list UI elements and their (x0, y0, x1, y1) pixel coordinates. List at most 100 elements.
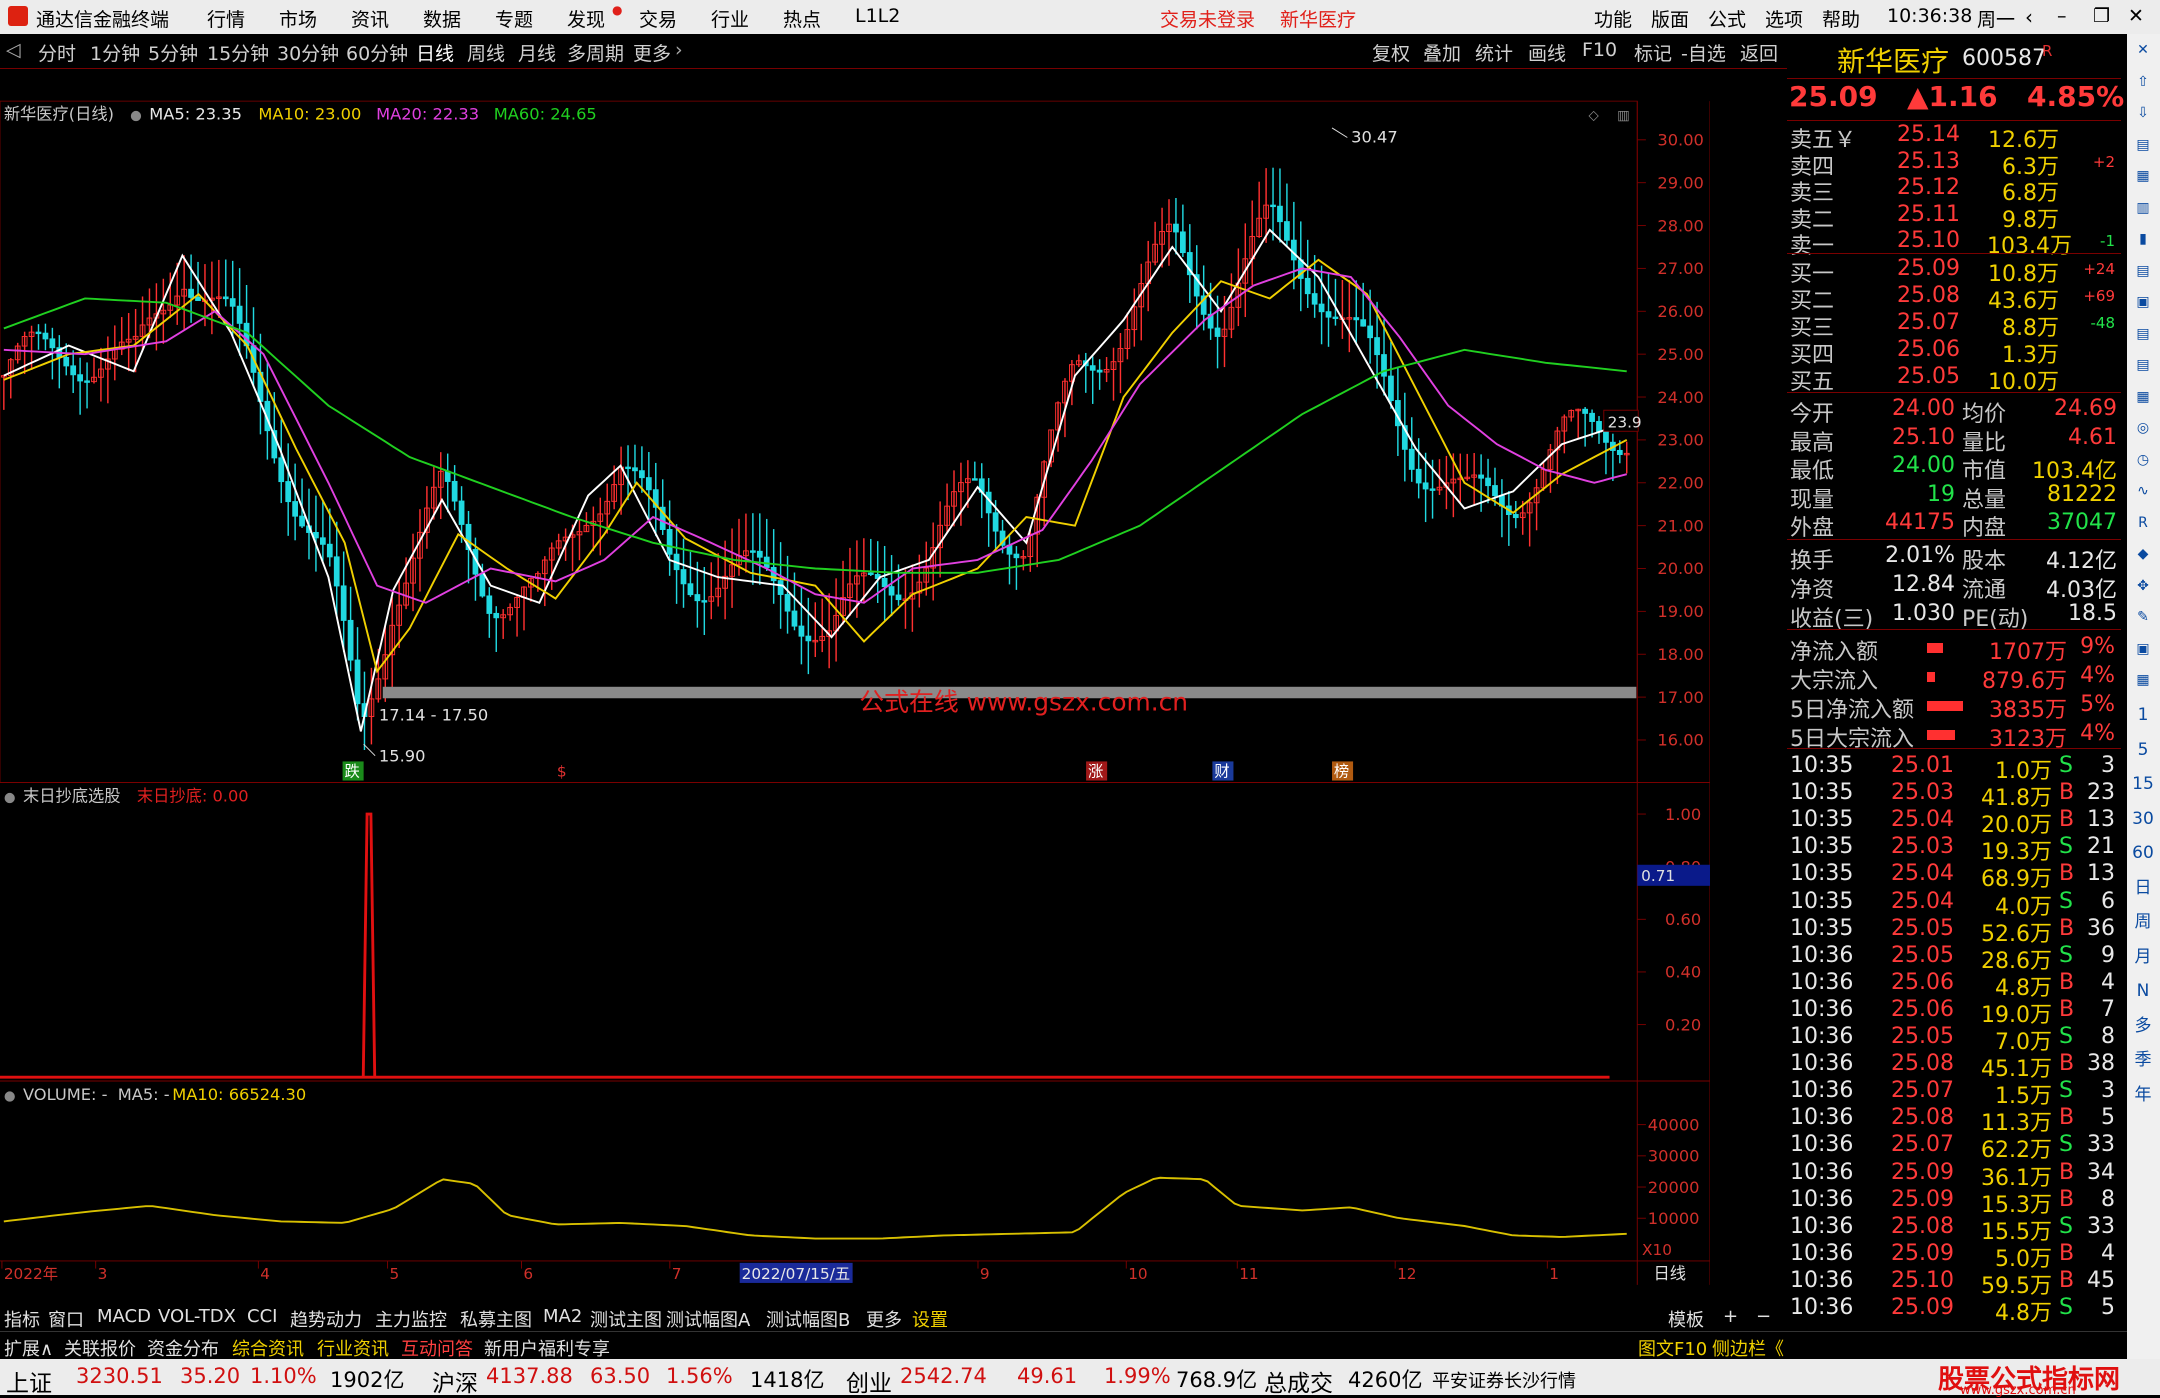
restore-icon[interactable]: ❐ (2093, 5, 2110, 27)
info-tab[interactable]: 关联报价 (64, 1335, 136, 1361)
info-tab[interactable]: 资金分布 (147, 1335, 219, 1361)
tab-tool[interactable]: − (1756, 1306, 1771, 1327)
indicator-tab[interactable]: CCI (247, 1306, 277, 1327)
indicator-tab[interactable]: 窗口 (48, 1306, 84, 1332)
tab-tool[interactable]: 模板 (1668, 1306, 1704, 1332)
kline-icon[interactable]: ▤ (2132, 134, 2154, 156)
indicator-tab[interactable]: 私募主图 (460, 1306, 532, 1332)
menu-item[interactable]: 资讯 (351, 5, 389, 32)
event-marker[interactable]: 涨 (1088, 763, 1103, 781)
fs-icon[interactable]: ▣ (2132, 638, 2154, 660)
info-tab-right[interactable]: 侧边栏《 (1712, 1335, 1784, 1361)
event-marker[interactable]: 跌 (344, 763, 359, 781)
close-window-icon[interactable]: ✕ (2128, 5, 2144, 27)
period-tab[interactable]: 周线 (467, 39, 505, 66)
indicator-tab[interactable]: VOL-TDX (158, 1306, 236, 1327)
indicator-tab[interactable]: 测试幅图B (766, 1306, 850, 1332)
down-icon[interactable]: ⇩ (2132, 102, 2154, 124)
tool-button[interactable]: -自选 (1681, 39, 1726, 66)
indicator-tab[interactable]: MACD (97, 1306, 151, 1327)
menu-item[interactable]: 选项 (1765, 5, 1803, 32)
info-tab[interactable]: 新用户福利专享 (484, 1335, 610, 1361)
side-period-button[interactable]: 30 (2132, 808, 2154, 830)
menu-item[interactable]: L1L2 (855, 5, 900, 27)
index-name[interactable]: 创业 (846, 1364, 892, 1398)
alert-icon[interactable]: ◆ (2132, 543, 2154, 565)
back-icon[interactable]: ‹ (2025, 5, 2033, 29)
table-icon[interactable]: ▦ (2132, 165, 2154, 187)
event-marker[interactable]: 榜 (1334, 763, 1349, 781)
period-tab[interactable]: 15分钟 (207, 39, 269, 66)
tool-button[interactable]: 画线 (1528, 39, 1566, 66)
collapse-icon[interactable]: ◁ (6, 39, 21, 61)
kline-chart[interactable]: 新华医疗(日线) ● MA5: 23.35 MA10: 23.00 MA20: … (0, 68, 1710, 1318)
period-tab-more[interactable]: 更多 (633, 39, 671, 66)
f10-icon[interactable]: ▣ (2132, 291, 2154, 313)
grid-icon[interactable]: ▦ (2132, 386, 2154, 408)
indicator-tab[interactable]: 设置 (912, 1306, 948, 1332)
menu-item[interactable]: 专题 (495, 5, 533, 32)
list-icon[interactable]: ▤ (2132, 323, 2154, 345)
info-tab-right[interactable]: 图文F10 (1638, 1335, 1707, 1361)
menu-item[interactable]: 数据 (423, 5, 461, 32)
menu-item[interactable]: 发现 (567, 5, 605, 32)
chevron-down-icon[interactable]: ● (4, 1089, 16, 1104)
period-tab[interactable]: 30分钟 (277, 39, 339, 66)
move-icon[interactable]: ✥ (2132, 575, 2154, 597)
news-icon[interactable]: ▤ (2132, 260, 2154, 282)
period-tab[interactable]: 分时 (38, 39, 76, 66)
tool-button[interactable]: 叠加 (1423, 39, 1461, 66)
panel-toggle-icon[interactable]: ▥ (1617, 108, 1630, 123)
side-period-button[interactable]: 15 (2132, 773, 2154, 795)
tool-button[interactable]: F10 (1582, 39, 1617, 61)
menu-item[interactable]: 行业 (711, 5, 749, 32)
menu-item[interactable]: 功能 (1594, 5, 1632, 32)
tab-tool[interactable]: + (1723, 1306, 1738, 1327)
side-period-button[interactable]: N (2132, 980, 2154, 1002)
period-tab[interactable]: 5分钟 (148, 39, 198, 66)
login-status[interactable]: 交易未登录 (1160, 5, 1255, 32)
info-tab[interactable]: 互动问答 (401, 1335, 473, 1361)
info-tab[interactable]: 行业资讯 (317, 1335, 389, 1361)
menu-item[interactable]: 行情 (207, 5, 245, 32)
tool-button[interactable]: 复权 (1372, 39, 1410, 66)
indicator-tab[interactable]: 趋势动力 (290, 1306, 362, 1332)
period-tab[interactable]: 1分钟 (90, 39, 140, 66)
doc-icon[interactable]: ▤ (2132, 354, 2154, 376)
pen-icon[interactable]: ✎ (2132, 606, 2154, 628)
info-tab[interactable]: 综合资讯 (232, 1335, 304, 1361)
indicator-tab[interactable]: 测试主图 (590, 1306, 662, 1332)
menu-item[interactable]: 公式 (1708, 5, 1746, 32)
tool-button[interactable]: 返回 (1740, 39, 1778, 66)
rsi-icon[interactable]: R (2132, 512, 2154, 534)
side-period-button[interactable]: 1 (2132, 704, 2154, 726)
side-period-button[interactable]: 多 (2132, 1015, 2154, 1037)
bars-icon[interactable]: ▮ (2132, 228, 2154, 250)
indicator-tab[interactable]: 更多 (866, 1306, 902, 1332)
period-tab[interactable]: 60分钟 (346, 39, 408, 66)
indicator-tab[interactable]: 主力监控 (375, 1306, 447, 1332)
indicator-tab[interactable]: 指标 (4, 1306, 40, 1332)
side-period-button[interactable]: 5 (2132, 739, 2154, 761)
diamond-icon[interactable]: ◇ (1588, 108, 1599, 123)
side-period-button[interactable]: 60 (2132, 842, 2154, 864)
index-name[interactable]: 上证 (6, 1364, 52, 1398)
side-period-button[interactable]: 日 (2132, 877, 2154, 899)
info-tab[interactable]: 扩展∧ (4, 1335, 53, 1361)
period-tab[interactable]: 多周期 (567, 39, 624, 66)
side-period-button[interactable]: 周 (2132, 911, 2154, 933)
menu-item[interactable]: 市场 (279, 5, 317, 32)
tool-button[interactable]: 统计 (1475, 39, 1513, 66)
side-period-button[interactable]: 年 (2132, 1084, 2154, 1106)
menu-item[interactable]: 版面 (1651, 5, 1689, 32)
event-marker[interactable]: 财 (1214, 763, 1229, 781)
event-marker[interactable]: $ (557, 763, 567, 781)
timer-icon[interactable]: ◷ (2132, 449, 2154, 471)
side-period-button[interactable]: 季 (2132, 1049, 2154, 1071)
reload-icon[interactable]: ◎ (2132, 417, 2154, 439)
up-icon[interactable]: ⇧ (2132, 71, 2154, 93)
indicator-tab[interactable]: 测试幅图A (666, 1306, 750, 1332)
close-icon[interactable]: ✕ (2132, 39, 2154, 61)
table2-icon[interactable]: ▦ (2132, 669, 2154, 691)
menu-item[interactable]: 帮助 (1822, 5, 1860, 32)
